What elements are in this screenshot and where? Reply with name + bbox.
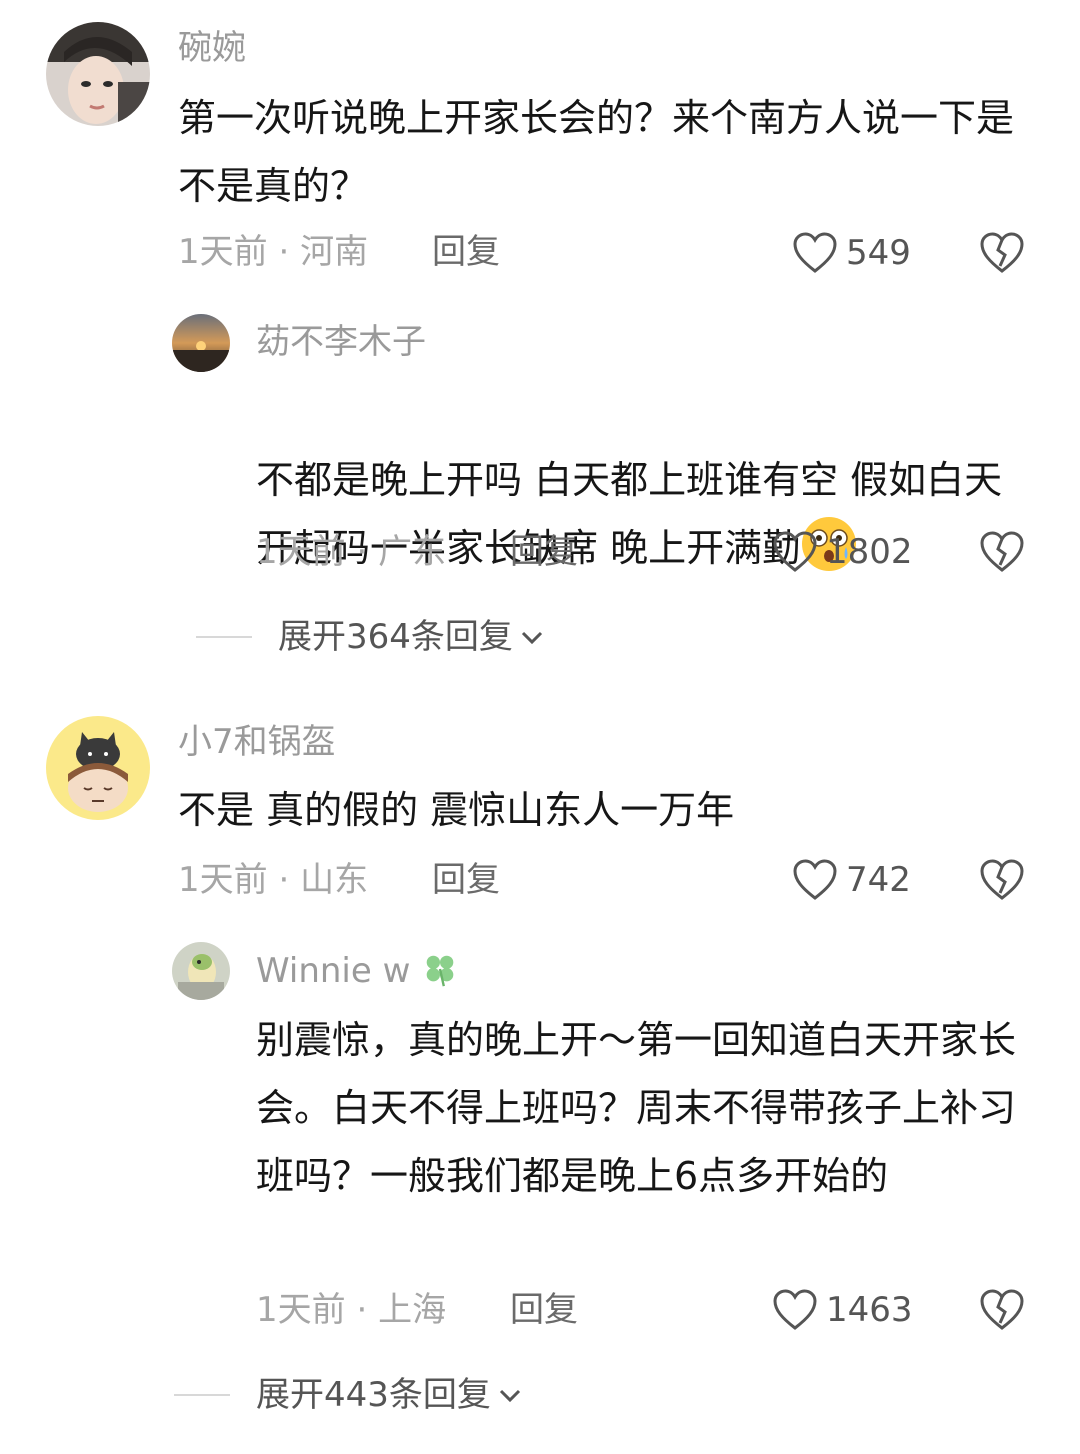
avatar[interactable] [46, 716, 150, 820]
timestamp: 1天前 [178, 860, 268, 900]
comment-text: 第一次听说晚上开家长会的？来个南方人说一下是不是真的？ [178, 96, 1015, 208]
divider [174, 1394, 230, 1396]
divider [196, 636, 252, 638]
expand-replies-label: 展开364条回复 [278, 617, 513, 657]
reply-button[interactable]: 回复 [510, 1290, 578, 1330]
meta-separator: · [345, 1290, 379, 1330]
broken-heart-icon[interactable] [978, 230, 1026, 276]
broken-heart-icon[interactable] [978, 857, 1026, 903]
reply-username[interactable]: Winnie w [256, 950, 459, 991]
reply-username-text: Winnie w [256, 951, 411, 991]
four-leaf-clover-icon [426, 955, 454, 987]
expand-replies-label: 展开443条回复 [256, 1375, 491, 1415]
avatar[interactable] [46, 22, 150, 126]
reply-avatar[interactable] [172, 942, 230, 1000]
location: 山东 [300, 860, 369, 900]
comment-meta: 1天前 · 山东 [178, 860, 368, 900]
like-button[interactable]: 1463 [772, 1285, 913, 1335]
username[interactable]: 小7和锅盔 [178, 722, 336, 762]
meta-separator: · [267, 860, 301, 900]
like-button[interactable]: 549 [792, 228, 911, 278]
timestamp: 1天前 [256, 532, 346, 572]
heart-outline-icon [773, 1289, 817, 1330]
heart-outline-icon [793, 232, 837, 273]
comment-meta: 1天前 · 河南 [178, 232, 368, 272]
expand-replies-button[interactable]: 展开443条回复 [174, 1370, 523, 1420]
heart-outline-icon [773, 531, 817, 572]
heart-outline-icon [793, 859, 837, 900]
location: 广东 [378, 532, 447, 572]
reply-avatar[interactable] [172, 314, 230, 372]
meta-separator: · [345, 532, 379, 572]
reply-text: 别震惊，真的晚上开～第一回知道白天开家长会。白天不得上班吗？周末不得带孩子上补习… [256, 1018, 1017, 1198]
reply-meta: 1天前 · 广东 [256, 532, 446, 572]
location: 河南 [300, 232, 369, 272]
broken-heart-icon[interactable] [978, 529, 1026, 575]
reply-meta: 1天前 · 上海 [256, 1290, 446, 1330]
like-button[interactable]: 1802 [772, 527, 913, 577]
reply-button[interactable]: 回复 [510, 532, 578, 572]
timestamp: 1天前 [178, 232, 268, 272]
reply-button[interactable]: 回复 [432, 232, 500, 272]
meta-separator: · [267, 232, 301, 272]
like-count: 1463 [826, 1290, 913, 1330]
location: 上海 [378, 1290, 447, 1330]
broken-heart-icon[interactable] [978, 1287, 1026, 1333]
chevron-down-icon [499, 1389, 520, 1403]
like-button[interactable]: 742 [792, 855, 911, 905]
chevron-down-icon [521, 631, 542, 645]
comment-text: 不是 真的假的 震惊山东人一万年 [178, 788, 735, 832]
like-count: 1802 [826, 532, 913, 572]
timestamp: 1天前 [256, 1290, 346, 1330]
like-count: 742 [846, 860, 911, 900]
username[interactable]: 碗婉 [178, 28, 246, 68]
reply-username[interactable]: 苭不李木子 [256, 322, 426, 362]
reply-button[interactable]: 回复 [432, 860, 500, 900]
expand-replies-button[interactable]: 展开364条回复 [196, 612, 545, 662]
like-count: 549 [846, 233, 911, 273]
